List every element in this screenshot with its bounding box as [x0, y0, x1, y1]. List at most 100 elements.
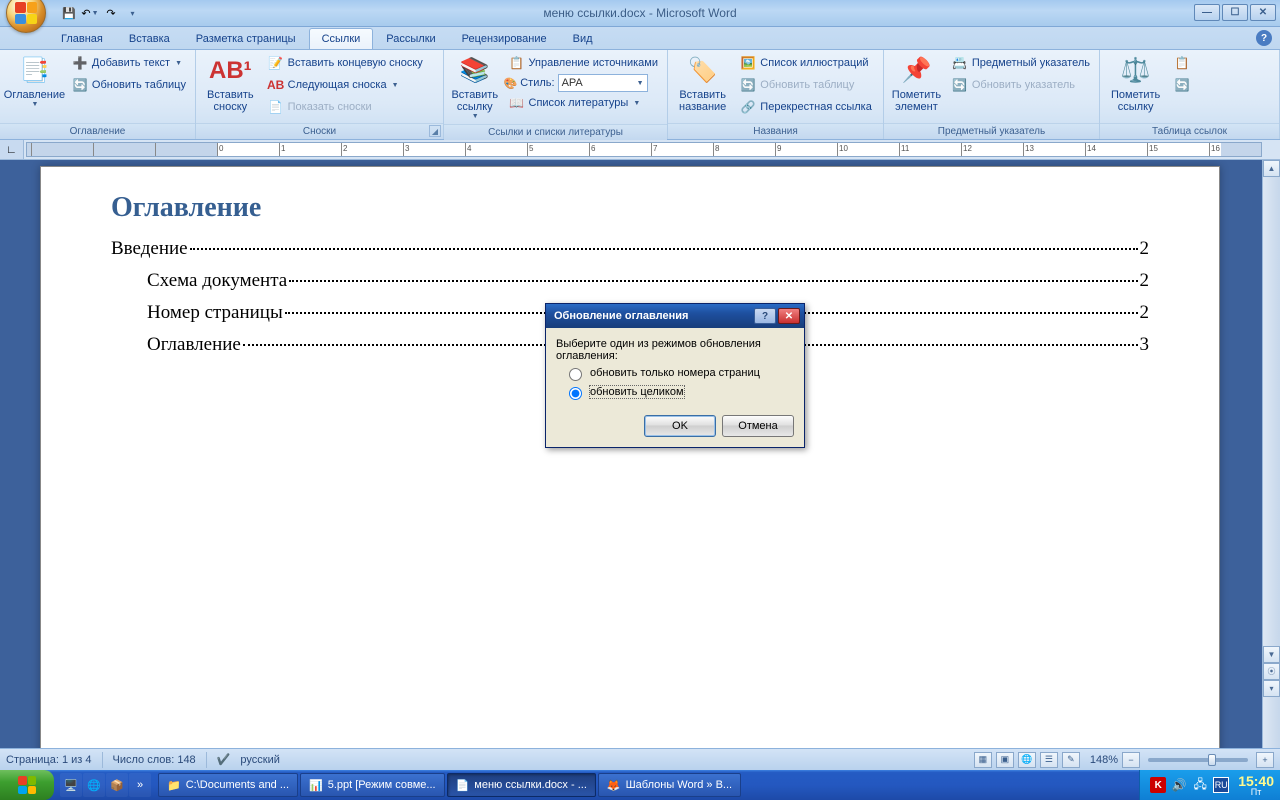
- toc-heading: Оглавление: [111, 191, 1149, 224]
- view-web-icon[interactable]: 🌐: [1018, 752, 1036, 768]
- task-icon: 🦊: [607, 779, 621, 792]
- add-text-icon: ➕: [72, 55, 88, 71]
- dialog-close-button[interactable]: ✕: [778, 308, 800, 324]
- insert-endnote-button[interactable]: 📝Вставить концевую сноску: [263, 52, 428, 74]
- mark-entry-icon: 📌: [900, 55, 932, 87]
- bibliography-button[interactable]: 📖Список литературы▼: [504, 92, 663, 114]
- view-draft-icon[interactable]: ✎: [1062, 752, 1080, 768]
- status-language[interactable]: русский: [240, 754, 279, 766]
- scroll-up-icon[interactable]: ▲: [1263, 160, 1280, 177]
- status-words[interactable]: Число слов: 148: [113, 754, 196, 766]
- task-icon: 📊: [309, 779, 323, 792]
- scroll-down-icon[interactable]: ▼: [1263, 646, 1280, 663]
- tab-review[interactable]: Рецензирование: [449, 28, 560, 49]
- view-outline-icon[interactable]: ☰: [1040, 752, 1058, 768]
- taskbar-item[interactable]: 📊5.ppt [Режим совме...: [300, 773, 445, 797]
- close-button[interactable]: ✕: [1250, 4, 1276, 21]
- next-footnote-button[interactable]: ABСледующая сноска▼: [263, 74, 428, 96]
- zoom-out-button[interactable]: −: [1122, 752, 1140, 768]
- update-toc-button[interactable]: 🔄Обновить таблицу: [67, 74, 191, 96]
- taskbar-item[interactable]: 📄меню ссылки.docx - ...: [447, 773, 596, 797]
- view-full-screen-icon[interactable]: ▣: [996, 752, 1014, 768]
- zoom-slider[interactable]: [1148, 758, 1248, 762]
- zoom-level[interactable]: 148%: [1090, 754, 1118, 766]
- page[interactable]: Оглавление Введение2Схема документа2Номе…: [40, 166, 1220, 748]
- ruler-corner-icon[interactable]: ∟: [0, 140, 24, 159]
- ql-expand-icon[interactable]: »: [129, 773, 151, 797]
- undo-icon[interactable]: ↶▼: [81, 4, 99, 22]
- mark-entry-button[interactable]: 📌 Пометить элемент: [888, 52, 945, 116]
- dialog-titlebar[interactable]: Обновление оглавления ? ✕: [546, 304, 804, 328]
- tray-lang-icon[interactable]: RU: [1213, 777, 1229, 793]
- tab-home[interactable]: Главная: [48, 28, 116, 49]
- option-entire[interactable]: обновить целиком: [564, 384, 794, 400]
- mark-citation-button[interactable]: ⚖️ Пометить ссылку: [1104, 52, 1167, 116]
- help-button[interactable]: ?: [1256, 30, 1272, 46]
- tray-volume-icon[interactable]: 🔊: [1171, 777, 1187, 793]
- vertical-scrollbar[interactable]: ▲ ▼ ⦿ ▾: [1262, 160, 1280, 748]
- manage-sources-button[interactable]: 📋Управление источниками: [504, 52, 663, 74]
- zoom-in-button[interactable]: +: [1256, 752, 1274, 768]
- table-of-figures-button[interactable]: 🖼️Список иллюстраций: [735, 52, 877, 74]
- status-page[interactable]: Страница: 1 из 4: [6, 754, 92, 766]
- browse-next-icon[interactable]: ▾: [1263, 680, 1280, 697]
- taskbar-item[interactable]: 📁C:\Documents and ...: [158, 773, 298, 797]
- update-index-button[interactable]: 🔄Обновить указатель: [947, 74, 1095, 96]
- taskbar: 🖥️ 🌐 📦 » 📁C:\Documents and ...📊5.ppt [Ре…: [0, 770, 1280, 800]
- tray-network-icon[interactable]: 🖧: [1192, 777, 1208, 793]
- option-page-numbers[interactable]: обновить только номера страниц: [564, 365, 794, 381]
- horizontal-ruler[interactable]: 0123456789101112131415161718: [26, 142, 1262, 157]
- tab-mailings[interactable]: Рассылки: [373, 28, 448, 49]
- radio-page-numbers[interactable]: [569, 368, 582, 381]
- cancel-button[interactable]: Отмена: [722, 415, 794, 437]
- status-proofing-icon[interactable]: ✔️: [217, 753, 231, 766]
- tab-view[interactable]: Вид: [560, 28, 606, 49]
- zoom-thumb[interactable]: [1208, 754, 1216, 766]
- taskbar-clock[interactable]: 15:40 Пт: [1234, 774, 1274, 797]
- tab-insert[interactable]: Вставка: [116, 28, 183, 49]
- radio-entire[interactable]: [569, 387, 582, 400]
- style-icon: 🎨: [504, 77, 518, 90]
- view-print-layout-icon[interactable]: ▦: [974, 752, 992, 768]
- tray-kaspersky-icon[interactable]: K: [1150, 777, 1166, 793]
- footnotes-launcher[interactable]: ◢: [429, 125, 441, 137]
- maximize-button[interactable]: ☐: [1222, 4, 1248, 21]
- start-button[interactable]: [0, 770, 54, 800]
- citation-style-combo[interactable]: APA▼: [558, 74, 648, 92]
- ql-ie-icon[interactable]: 🌐: [83, 773, 105, 797]
- office-logo-icon: [15, 2, 37, 24]
- redo-icon[interactable]: ↷: [102, 4, 120, 22]
- tab-references[interactable]: Ссылки: [309, 28, 374, 49]
- ql-app-icon[interactable]: 📦: [106, 773, 128, 797]
- add-text-button[interactable]: ➕Добавить текст▼: [67, 52, 191, 74]
- insert-caption-button[interactable]: 🏷️ Вставить название: [672, 52, 733, 116]
- insert-citation-button[interactable]: 📚 Вставить ссылку ▼: [448, 52, 502, 124]
- insert-footnote-button[interactable]: AB¹ Вставить сноску: [200, 52, 261, 116]
- update-toa-button[interactable]: 🔄: [1169, 74, 1195, 96]
- taskbar-item[interactable]: 🦊 Шаблоны Word » В...: [598, 773, 741, 797]
- toc-button[interactable]: 📑 Оглавление ▼: [4, 52, 65, 112]
- cross-reference-button[interactable]: 🔗Перекрестная ссылка: [735, 96, 877, 118]
- group-citations-label: Ссылки и списки литературы: [444, 124, 667, 140]
- index-icon: 📇: [952, 55, 968, 71]
- minimize-button[interactable]: —: [1194, 4, 1220, 21]
- save-icon[interactable]: 💾: [60, 4, 78, 22]
- browse-prev-icon[interactable]: ⦿: [1263, 663, 1280, 680]
- insert-toa-button[interactable]: 📋: [1169, 52, 1195, 74]
- group-toa-label: Таблица ссылок: [1100, 123, 1279, 139]
- update-toa-icon: 🔄: [1174, 77, 1190, 93]
- toc-entry[interactable]: Схема документа2: [111, 270, 1149, 292]
- group-footnotes-label: Сноски◢: [196, 123, 443, 139]
- show-footnotes-button[interactable]: 📄Показать сноски: [263, 96, 428, 118]
- show-desktop-icon[interactable]: 🖥️: [60, 773, 82, 797]
- tab-pagelayout[interactable]: Разметка страницы: [183, 28, 309, 49]
- update-figures-button[interactable]: 🔄Обновить таблицу: [735, 74, 877, 96]
- mark-entry-label: Пометить элемент: [892, 89, 941, 113]
- toc-leader: [289, 280, 1137, 282]
- dialog-help-button[interactable]: ?: [754, 308, 776, 324]
- qat-customize-icon[interactable]: ▾: [123, 4, 141, 22]
- insert-index-button[interactable]: 📇Предметный указатель: [947, 52, 1095, 74]
- ok-button[interactable]: OK: [644, 415, 716, 437]
- task-label: Шаблоны Word » В...: [626, 779, 733, 791]
- toc-entry[interactable]: Введение2: [111, 238, 1149, 260]
